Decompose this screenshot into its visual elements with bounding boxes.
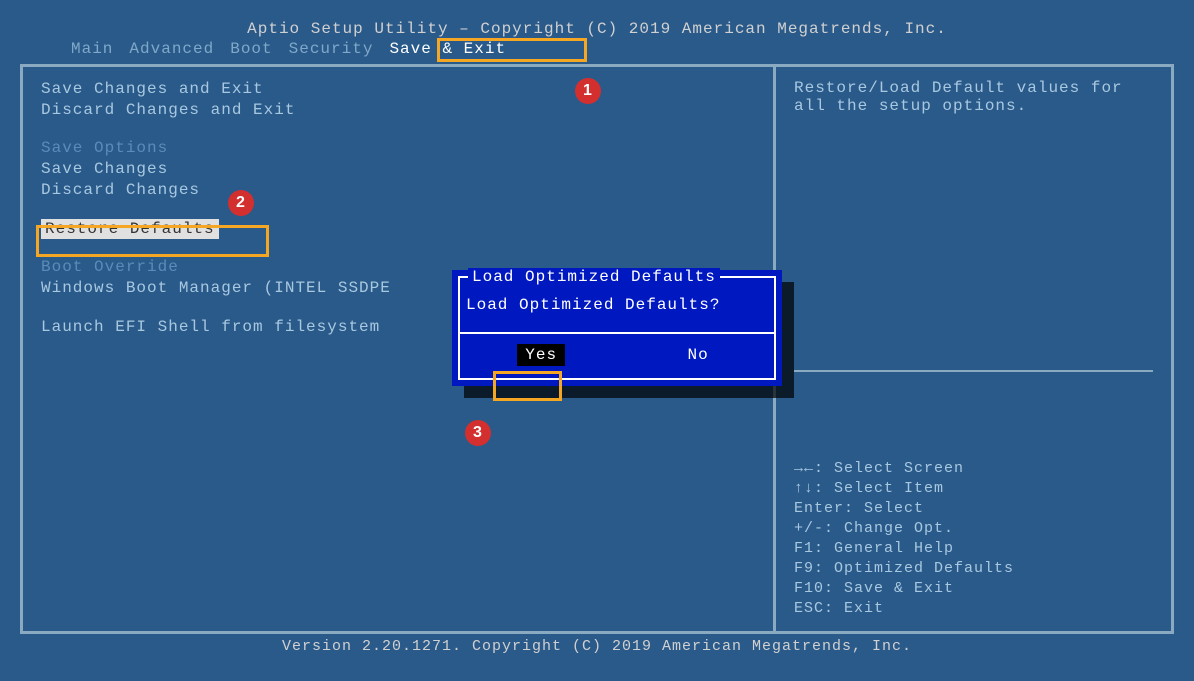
tab-security[interactable]: Security (283, 40, 380, 58)
dialog-yes-button[interactable]: Yes (517, 344, 565, 366)
help-description: Restore/Load Default values for all the … (794, 79, 1153, 115)
dialog-no-button[interactable]: No (680, 344, 717, 366)
annotation-marker-3: 3 (465, 420, 491, 446)
header-copyright: Aptio Setup Utility – Copyright (C) 2019… (20, 20, 1174, 38)
footer-version: Version 2.20.1271. Copyright (C) 2019 Am… (20, 638, 1174, 655)
hint-f9: F9: Optimized Defaults (794, 559, 1153, 579)
tab-bar: Main Advanced Boot Security Save & Exit (20, 40, 1174, 58)
menu-discard-exit[interactable]: Discard Changes and Exit (41, 100, 755, 120)
annotation-marker-1: 1 (575, 78, 601, 104)
hint-esc: ESC: Exit (794, 599, 1153, 619)
confirm-dialog: Load Optimized Defaults Load Optimized D… (452, 270, 782, 386)
dialog-frame: Load Optimized Defaults Load Optimized D… (458, 276, 776, 380)
dialog-title: Load Optimized Defaults (468, 268, 720, 286)
menu-save-changes[interactable]: Save Changes (41, 159, 755, 179)
hint-select-screen: →←: Select Screen (794, 459, 1153, 479)
annotation-highlight-yes (493, 371, 562, 401)
help-divider (794, 370, 1153, 372)
tab-main[interactable]: Main (65, 40, 119, 58)
key-hints: →←: Select Screen ↑↓: Select Item Enter:… (794, 459, 1153, 619)
annotation-highlight-restore (36, 225, 269, 257)
menu-save-exit[interactable]: Save Changes and Exit (41, 79, 755, 99)
hint-enter: Enter: Select (794, 499, 1153, 519)
section-save-options: Save Options (41, 138, 755, 158)
tab-boot[interactable]: Boot (224, 40, 278, 58)
tab-advanced[interactable]: Advanced (123, 40, 220, 58)
menu-discard-changes[interactable]: Discard Changes (41, 180, 755, 200)
hint-f1: F1: General Help (794, 539, 1153, 559)
hint-f10: F10: Save & Exit (794, 579, 1153, 599)
annotation-marker-2: 2 (228, 190, 254, 216)
right-panel: Restore/Load Default values for all the … (776, 67, 1171, 631)
hint-select-item: ↑↓: Select Item (794, 479, 1153, 499)
hint-change-opt: +/-: Change Opt. (794, 519, 1153, 539)
annotation-highlight-tab (437, 38, 587, 62)
bios-screen: Aptio Setup Utility – Copyright (C) 2019… (0, 0, 1194, 681)
